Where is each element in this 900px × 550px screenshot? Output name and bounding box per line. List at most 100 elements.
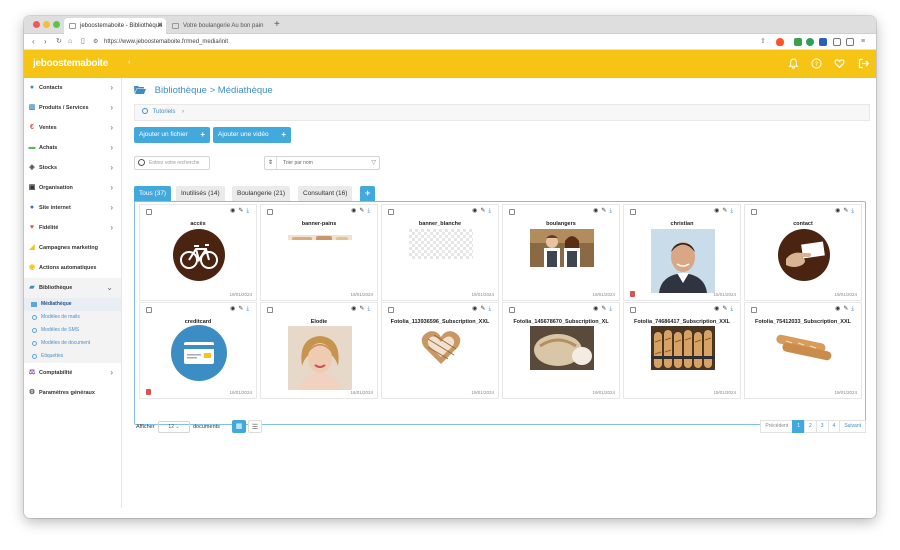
media-thumbnail[interactable] [778,229,830,281]
media-thumbnail[interactable] [530,229,594,267]
tab-all[interactable]: Tous (37) [134,186,172,201]
select-checkbox[interactable] [146,307,152,313]
select-checkbox[interactable] [751,307,757,313]
media-card[interactable]: ◉✎⤓ Fotolia_75412033_Subscription_XXL 19/0… [744,302,862,399]
trash-icon[interactable] [630,291,635,297]
sidebar-item-actions-automatiques[interactable]: ◉ Actions automatiques [24,258,121,278]
sidebar-item-contacts[interactable]: ● Contacts › [24,78,121,98]
media-thumbnail[interactable] [420,327,462,367]
minimize-window-button[interactable] [43,21,50,28]
submenu-item[interactable]: Etiquettes [24,350,121,363]
media-thumbnail[interactable] [288,231,352,240]
select-checkbox[interactable] [388,307,394,313]
media-card[interactable]: ◉✎⤓ banner-pains 19/01/2024 [260,204,378,301]
download-icon[interactable]: ⤓ [246,306,252,312]
download-icon[interactable]: ⤓ [851,306,857,312]
sidebar-item-fidélité[interactable]: ♥ Fidélité › [24,218,121,238]
sidebar-item-produits-services[interactable]: ▥ Produits / Services › [24,98,121,118]
home-icon[interactable]: ⌂ [68,36,72,48]
select-checkbox[interactable] [509,307,515,313]
add-file-button[interactable]: Ajouter un fichier + [134,127,210,143]
bell-icon[interactable] [788,58,799,69]
browser-tab-active[interactable]: jeboostemaboite - Bibliothèque ✕ [64,18,166,34]
download-icon[interactable]: ⤓ [488,208,494,214]
back-icon[interactable]: ‹ [32,36,35,48]
extension-icon[interactable] [833,38,841,46]
share-icon[interactable]: ⇧ [760,36,766,48]
sidebar-item-stocks[interactable]: ◈ Stocks › [24,158,121,178]
select-checkbox[interactable] [146,209,152,215]
submenu-item[interactable]: Modèles de SMS [24,324,121,337]
sidebar-item-campagnes-marketing[interactable]: ◢ Campagnes marketing [24,238,121,258]
media-thumbnail[interactable] [530,326,594,370]
media-card[interactable]: ◉✎⤓ Fotolia_113936596_Subscription_XXL 19/… [381,302,499,399]
heart-icon[interactable] [834,58,845,69]
media-card[interactable]: ◉✎⤓ Fotolia_145678670_Subscription_XL 19/0… [502,302,620,399]
media-card[interactable]: ◉✎⤓ Elodie 16/01/2024 [260,302,378,399]
tutorials-link[interactable]: Tutoriels [153,109,176,115]
download-icon[interactable]: ⤓ [488,306,494,312]
trash-icon[interactable] [146,389,151,395]
media-card[interactable]: ◉✎⤓ accès 19/01/2024 [139,204,257,301]
media-thumbnail[interactable] [173,229,225,281]
browser-tab-inactive[interactable]: Votre boulangerie Au bon pain [167,18,272,34]
download-icon[interactable]: ⤓ [609,208,615,214]
select-checkbox[interactable] [509,209,515,215]
reload-icon[interactable]: ↻ [56,36,62,48]
tab-consultant[interactable]: Consultant (16) [298,186,353,201]
download-icon[interactable]: ⤓ [367,306,373,312]
extension-icon[interactable] [806,38,814,46]
sidebar-item-site-internet[interactable]: ● Site internet › [24,198,121,218]
select-checkbox[interactable] [751,209,757,215]
download-icon[interactable]: ⤓ [609,306,615,312]
search-input[interactable]: Entrez votre recherche [134,156,210,170]
logout-icon[interactable] [858,58,870,69]
tutorials-bar[interactable]: Tutoriels › [134,104,870,121]
forward-icon[interactable]: › [44,36,47,48]
menu-icon[interactable]: ≡ [861,36,865,48]
media-thumbnail[interactable] [409,229,473,259]
sidebar-item-ventes[interactable]: € Ventes › [24,118,121,138]
select-checkbox[interactable] [630,307,636,313]
download-icon[interactable]: ⤓ [367,208,373,214]
new-tab-button[interactable]: + [274,17,280,33]
download-icon[interactable]: ⤓ [246,208,252,214]
bookmark-icon[interactable]: ▯ [81,36,85,48]
close-window-button[interactable] [33,21,40,28]
maximize-window-button[interactable] [53,21,60,28]
app-logo[interactable]: jeboostemaboite [33,58,108,69]
brave-shield-icon[interactable] [776,38,784,46]
url-field[interactable]: https://www.jeboostemaboite.fr/med_media… [104,37,228,47]
media-thumbnail[interactable] [772,329,836,365]
sidebar-item-comptabilité[interactable]: ⚖ Comptabilité › [24,363,121,383]
next-page-button[interactable]: Suivant [839,420,866,433]
media-card[interactable]: ◉✎⤓ banner_blanche 19/01/2024 [381,204,499,301]
media-thumbnail[interactable] [651,229,715,293]
extension-icon[interactable] [794,38,802,46]
submenu-item[interactable]: Médiathèque [24,298,121,311]
previous-page-button[interactable]: Précédent [760,420,794,433]
media-card[interactable]: ◉✎⤓ christian 16/01/2024 [623,204,741,301]
sidebar-collapse-icon[interactable]: ‹ [128,59,130,66]
add-tab-button[interactable]: + [360,186,376,201]
list-view-button[interactable]: ☰ [248,420,262,433]
close-tab-icon[interactable]: ✕ [157,18,163,34]
sort-select[interactable]: ⇕ Trier par nom ▽ [264,156,380,170]
download-icon[interactable]: ⤓ [730,208,736,214]
select-checkbox[interactable] [267,209,273,215]
sidebar-toggle-icon[interactable] [846,38,854,46]
download-icon[interactable]: ⤓ [730,306,736,312]
media-thumbnail[interactable] [171,325,227,381]
submenu-item[interactable]: Modèles de document [24,337,121,350]
sidebar-item-bibliothèque[interactable]: ▰ Bibliothèque ⌄ [24,278,121,298]
add-video-button[interactable]: Ajouter une vidéo + [213,127,291,143]
breadcrumb-library[interactable]: Bibliothèque [155,85,207,96]
grid-view-button[interactable]: ▦ [232,420,246,433]
download-icon[interactable]: ⤓ [851,208,857,214]
select-checkbox[interactable] [267,307,273,313]
site-info-icon[interactable]: ⚙ [93,36,98,48]
media-card[interactable]: ◉✎⤓ boulangers 19/01/2024 [502,204,620,301]
media-thumbnail[interactable] [288,326,352,390]
tab-unused[interactable]: Inutilisés (14) [176,186,225,201]
per-page-select[interactable]: 12 ⌄ [158,421,190,433]
